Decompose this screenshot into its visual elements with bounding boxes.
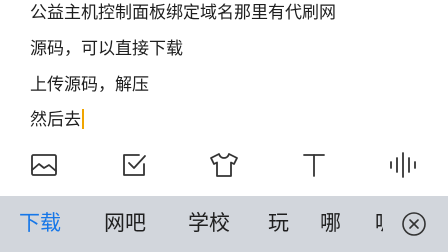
candidate-word[interactable]: 玩: [268, 210, 289, 236]
editor-toolbar: [0, 140, 448, 194]
voice-icon[interactable]: [386, 148, 420, 182]
text-format-icon[interactable]: [297, 148, 331, 182]
tshirt-icon[interactable]: [207, 148, 241, 182]
editor-line-current: 然后去: [30, 109, 84, 131]
editor-line: 公益主机控制面板绑定域名那里有代刷网: [30, 3, 336, 23]
candidate-word-partial[interactable]: 呢: [375, 210, 383, 236]
text-editor[interactable]: 公益主机控制面板绑定域名那里有代刷网 源码，可以直接下载 上传源码，解压 然后去: [0, 0, 448, 140]
editor-line-text: 然后去: [30, 110, 81, 130]
screen: 公益主机控制面板绑定域名那里有代刷网 源码，可以直接下载 上传源码，解压 然后去: [0, 0, 448, 252]
ime-candidate-bar: 下载 网吧 学校 玩 哪 呢: [0, 196, 448, 252]
candidate-word[interactable]: 哪: [320, 210, 341, 236]
image-icon[interactable]: [27, 148, 61, 182]
candidate-word[interactable]: 网吧: [104, 210, 146, 236]
editor-line: 源码，可以直接下载: [30, 39, 183, 59]
editor-line: 上传源码，解压: [30, 75, 149, 95]
candidate-word-primary[interactable]: 下载: [19, 210, 61, 236]
checkbox-icon[interactable]: [117, 148, 151, 182]
text-caret: [82, 109, 84, 129]
candidate-word[interactable]: 学校: [188, 210, 230, 236]
close-circle-icon[interactable]: [401, 211, 427, 237]
